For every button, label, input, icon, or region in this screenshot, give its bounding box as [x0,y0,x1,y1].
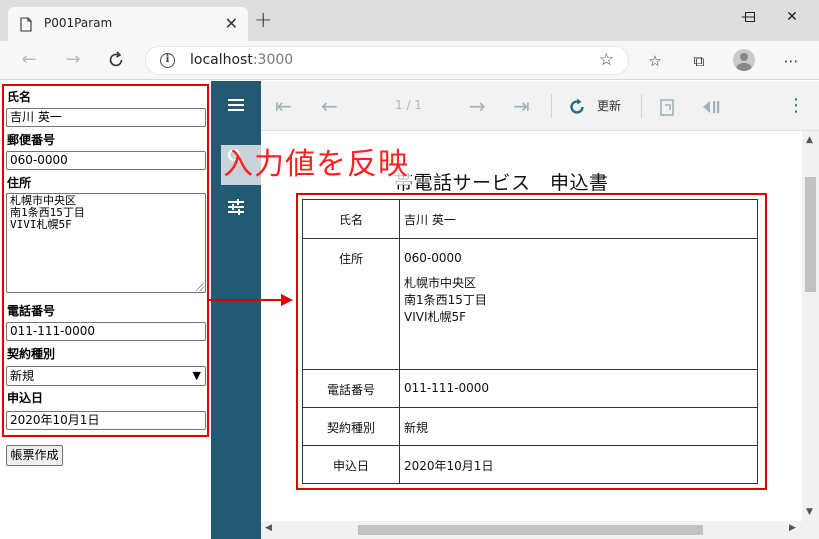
report-address-line: 南1条西15丁目 [404,293,487,307]
report-date-value: 2020年10月1日 [399,445,758,484]
scroll-right-icon[interactable]: ▶ [789,523,796,533]
application-date-label: 申込日 [7,391,44,405]
first-page-icon[interactable]: ⇤ [275,94,292,118]
forward-arrow-icon[interactable]: → [62,49,84,71]
report-name-value: 吉川 英一 [399,199,758,239]
arrow-head-icon [281,294,293,306]
refresh-icon[interactable] [567,95,587,119]
application-form-table: 氏名 吉川 英一 住所 060-0000 札幌市中央区 南1条西15丁目 VIV… [302,199,758,484]
report-preview-area: 帯電話サービス 申込書 氏名 吉川 英一 住所 060-0000 札幌市中央区 … [261,131,802,521]
report-contract-value: 新規 [399,407,758,446]
browser-tab-strip: P001Param ✕ + — ✕ [0,0,819,41]
browser-tab[interactable]: P001Param ✕ [8,7,248,41]
table-row: 契約種別 新規 [302,407,758,446]
table-row: 電話番号 011-111-0000 [302,369,758,408]
site-info-icon[interactable]: i [160,53,175,68]
toolbar-divider [641,94,642,118]
address-bar-row: ← → i localhost:3000 ☆ ☆ ⧉ ⋯ [0,41,819,80]
report-phone-label: 電話番号 [302,369,400,408]
phone-input[interactable]: 011-111-0000 [6,322,206,341]
address-textarea[interactable]: 札幌市中央区 南1条西15丁目 VIVI札幌5F [6,193,206,293]
report-name-label: 氏名 [302,199,400,239]
vertical-scrollbar[interactable]: ▲ ▼ [802,131,819,521]
previous-page-icon[interactable]: ← [321,94,338,118]
contract-type-label: 契約種別 [7,347,56,361]
url-text: localhost:3000 [190,52,294,68]
page-indicator[interactable]: 1 / 1 [395,98,422,112]
report-address-cell: 060-0000 札幌市中央区 南1条西15丁目 VIVI札幌5F [399,238,758,370]
address-input[interactable]: i localhost:3000 ☆ [145,46,629,75]
horizontal-scrollbar[interactable]: ◀ ▶ [261,521,819,539]
create-report-button[interactable]: 帳票作成 [6,445,63,466]
table-row: 氏名 吉川 英一 [302,199,758,239]
next-page-icon[interactable]: → [469,94,486,118]
chevron-down-icon: ▼ [192,369,201,382]
tab-title: P001Param [44,16,113,30]
reload-icon[interactable] [106,50,126,70]
report-contract-label: 契約種別 [302,407,400,446]
report-phone-value: 011-111-0000 [399,369,758,408]
profile-avatar[interactable] [733,49,755,71]
phone-label: 電話番号 [7,304,56,318]
report-address-line: 札幌市中央区 [404,276,477,290]
parameters-icon[interactable] [226,197,246,217]
report-address-line: VIVI札幌5F [404,310,467,324]
report-postal-value: 060-0000 [404,251,462,265]
address-text: 札幌市中央区 南1条西15丁目 VIVI札幌5F [10,194,85,231]
contract-type-selected: 新規 [10,369,35,383]
export-icon[interactable] [657,95,677,119]
hamburger-menu-icon[interactable] [226,95,246,115]
postal-code-input[interactable]: 060-0000 [6,151,206,170]
report-date-label: 申込日 [302,445,400,484]
vertical-scroll-thumb[interactable] [805,177,816,292]
sidebar-toggle-icon[interactable] [701,95,723,119]
new-tab-icon[interactable]: + [254,10,272,32]
horizontal-scroll-thumb[interactable] [358,525,703,535]
report-title: 帯電話サービス 申込書 [394,172,609,194]
scroll-down-icon[interactable]: ▼ [806,507,813,517]
favorites-list-icon[interactable]: ☆ [644,50,666,72]
last-page-icon[interactable]: ⇥ [513,94,530,118]
annotation-arrow [209,299,285,301]
postal-code-label: 郵便番号 [7,133,56,147]
toolbar-divider [551,94,552,118]
window-close-icon[interactable]: ✕ [772,4,812,30]
report-address-label: 住所 [302,238,400,370]
table-row: 申込日 2020年10月1日 [302,445,758,484]
collections-icon[interactable]: ⧉ [688,50,710,72]
scroll-left-icon[interactable]: ◀ [265,523,272,533]
scroll-up-icon[interactable]: ▲ [806,135,813,145]
more-menu-icon[interactable]: ⋯ [780,50,802,72]
address-label: 住所 [7,176,32,190]
back-arrow-icon[interactable]: ← [18,49,40,71]
kebab-menu-icon[interactable]: ⋮ [787,94,805,118]
resize-grip-icon[interactable] [196,283,204,291]
favorite-star-icon[interactable]: ☆ [599,50,614,70]
input-form-panel: 氏名 吉川 英一 郵便番号 060-0000 住所 札幌市中央区 南1条西15丁… [0,81,211,539]
refresh-label[interactable]: 更新 [597,97,621,114]
name-input[interactable]: 吉川 英一 [6,108,206,127]
tab-close-icon[interactable]: ✕ [225,14,238,33]
name-label: 氏名 [7,90,32,104]
page-icon [20,17,32,32]
maximize-icon[interactable] [730,4,770,30]
annotation-callout: 入力値を反映 [221,145,411,185]
contract-type-select[interactable]: 新規 ▼ [6,366,206,386]
viewer-toolbar: ⇤ ← 1 / 1 → ⇥ 更新 ⋮ [261,81,819,131]
application-date-input[interactable]: 2020年10月1日 [6,411,206,430]
table-row: 住所 060-0000 札幌市中央区 南1条西15丁目 VIVI札幌5F [302,238,758,370]
